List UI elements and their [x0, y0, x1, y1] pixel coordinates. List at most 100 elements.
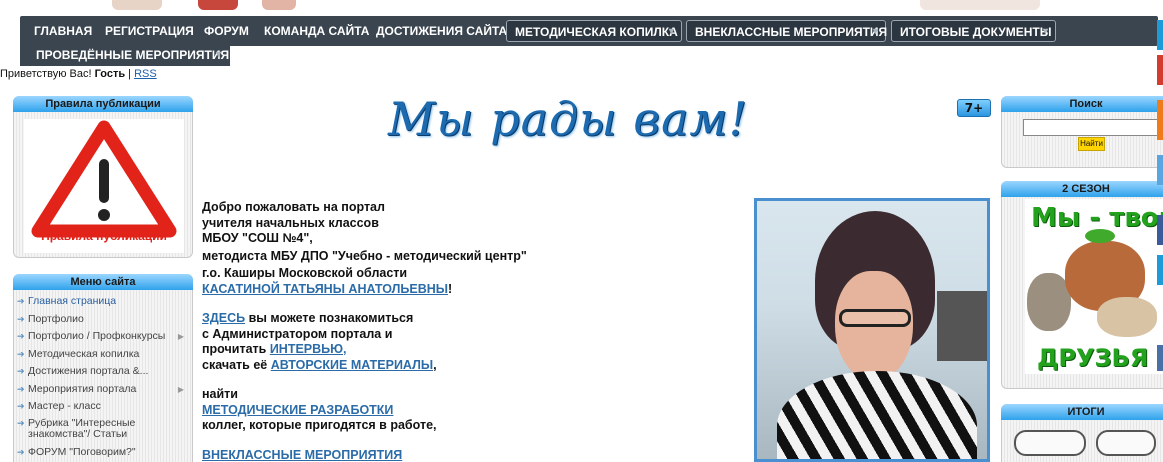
nav-methodical-collection[interactable]: МЕТОДИЧЕСКАЯ КОПИЛКА ▾: [506, 20, 682, 42]
menu-item-label: Достижения портала &...: [28, 365, 149, 377]
age-rating-badge: 7+: [957, 99, 991, 117]
share-rail-item[interactable]: [1157, 255, 1163, 285]
chevron-down-icon: ▾: [215, 49, 221, 60]
nav-final-documents[interactable]: ИТОГОВЫЕ ДОКУМЕНТЫ ▾: [891, 20, 1056, 42]
interview-prefix: прочитать: [202, 342, 270, 356]
nav-held-events[interactable]: ПРОВЕДЁННЫЕ МЕРОПРИЯТИЯ ▾: [28, 45, 230, 65]
menu-item-portfolio[interactable]: ➔ Портфолио: [16, 311, 190, 329]
nav-site-achievements[interactable]: ДОСТИЖЕНИЯ САЙТА: [376, 20, 507, 42]
menu-item-label: Мастер - класс: [28, 400, 101, 412]
share-rail-item[interactable]: [1157, 55, 1163, 85]
nav-registration[interactable]: РЕГИСТРАЦИЯ: [105, 20, 194, 42]
methodical-developments-link[interactable]: МЕТОДИЧЕСКИЕ РАЗРАБОТКИ: [202, 403, 393, 417]
arrow-right-icon: ➔: [17, 383, 25, 394]
interview-link[interactable]: ИНТЕРВЬЮ,: [270, 342, 347, 356]
share-rail-item[interactable]: [1157, 20, 1163, 50]
welcome-line-9: прочитать ИНТЕРВЬЮ,: [202, 342, 762, 358]
search-input[interactable]: [1023, 119, 1163, 136]
menu-item-interesting-meetings[interactable]: ➔ Рубрика "Интересные знакомства"/ Стать…: [16, 416, 190, 444]
arrow-right-icon: ➔: [17, 446, 25, 457]
rss-link[interactable]: RSS: [134, 68, 157, 80]
arrow-right-icon: ➔: [17, 348, 25, 359]
rules-block-title: Правила публикации: [13, 96, 193, 112]
extracurricular-events-link[interactable]: ВНЕКЛАССНЫЕ МЕРОПРИЯТИЯ: [202, 448, 402, 462]
site-menu-list: ➔ Главная страница ➔ Портфолио ➔ Портфол…: [16, 293, 190, 461]
results-image[interactable]: [1012, 424, 1162, 462]
nav-forum[interactable]: ФОРУМ: [204, 20, 249, 42]
rules-image[interactable]: Правила публикации: [24, 119, 184, 253]
author-photo: [754, 198, 990, 462]
site-menu-block: Меню сайта ➔ Главная страница ➔ Портфоли…: [13, 274, 193, 462]
results-block-title: ИТОГИ: [1001, 404, 1163, 420]
share-rail-item[interactable]: [1157, 155, 1163, 185]
materials-prefix: скачать её: [202, 357, 271, 372]
greeting-user: Гость: [94, 68, 126, 80]
nav-extracurricular-events[interactable]: ВНЕКЛАССНЫЕ МЕРОПРИЯТИЯ ▾: [686, 20, 888, 42]
author-name-link[interactable]: КАСАТИНОЙ ТАТЬЯНЫ АНАТОЛЬЕВНЫ: [202, 282, 448, 296]
welcome-line-10: скачать её АВТОРСКИЕ МАТЕРИАЛЫ,: [202, 358, 762, 374]
nav-extracurricular-events-label: ВНЕКЛАССНЫЕ МЕРОПРИЯТИЯ: [695, 25, 888, 39]
search-button[interactable]: Найти: [1078, 137, 1105, 151]
arrow-right-icon: ➔: [17, 331, 25, 341]
welcome-line-2: учителя начальных классов: [202, 215, 379, 230]
welcome-line-4: методиста МБУ ДПО "Учебно - методический…: [202, 248, 527, 263]
arrow-right-icon: ➔: [17, 313, 25, 324]
here-link[interactable]: ЗДЕСЬ: [202, 311, 245, 325]
greeting-text: Приветствую Вас!: [0, 68, 92, 80]
arrow-right-icon: ➔: [17, 401, 25, 411]
welcome-banner: Мы рады вам!: [388, 92, 749, 146]
share-rail-item[interactable]: [1157, 345, 1163, 371]
welcome-line-methods: МЕТОДИЧЕСКИЕ РАЗРАБОТКИ: [202, 403, 762, 419]
rules-block: Правила публикации Правила публикации: [13, 96, 193, 258]
nav-home[interactable]: ГЛАВНАЯ: [34, 20, 92, 42]
rules-image-caption: Правила публикации: [41, 229, 167, 243]
menu-item-label: Главная страница: [28, 295, 117, 307]
menu-item-label: Портфолио / Профконкурсы: [28, 330, 166, 342]
welcome-line-find: найти: [202, 387, 238, 401]
menu-item-label: Методическая копилка: [28, 347, 140, 360]
chevron-right-icon: ▶: [177, 332, 184, 341]
menu-item-label: Мероприятия портала: [28, 382, 137, 395]
chevron-right-icon: ▶: [177, 384, 184, 394]
menu-item-methodical-collection[interactable]: ➔ Методическая копилка: [16, 346, 190, 364]
menu-item-label: Рубрика "Интересные знакомства"/ Статьи: [28, 416, 136, 440]
season-banner-text-bottom: ДРУЗЬЯ: [1037, 344, 1149, 372]
share-rail-item[interactable]: [1157, 100, 1163, 140]
materials-suffix: ,: [433, 357, 437, 372]
chevron-down-icon: ▾: [668, 26, 674, 37]
search-block-title: Поиск: [1001, 96, 1163, 112]
arrow-right-icon: ➔: [17, 417, 25, 428]
share-rail-item[interactable]: [1157, 215, 1163, 245]
nav-final-documents-label: ИТОГОВЫЕ ДОКУМЕНТЫ: [900, 25, 1052, 39]
nav-site-team[interactable]: КОМАНДА САЙТА: [264, 20, 369, 42]
arrow-right-icon: ➔: [17, 366, 25, 376]
chevron-down-icon: ▾: [1042, 26, 1048, 37]
here-rest: вы можете познакомиться: [245, 311, 414, 325]
site-menu-title: Меню сайта: [13, 274, 193, 290]
menu-item-master-class[interactable]: ➔ Мастер - класс: [16, 398, 190, 416]
menu-item-label: Портфолио: [28, 312, 84, 325]
author-name-suffix: !: [448, 281, 453, 296]
welcome-line-events: ВНЕКЛАССНЫЕ МЕРОПРИЯТИЯ: [202, 448, 762, 462]
season-banner-text-top: Мы - твои: [1031, 203, 1163, 233]
welcome-line-8: с Администратором портала и: [202, 326, 393, 341]
welcome-line-5: г.о. Каширы Московской области: [202, 266, 408, 280]
menu-item-label: ФОРУМ "Поговорим?": [28, 445, 136, 458]
menu-item-forum[interactable]: ➔ ФОРУМ "Поговорим?": [16, 444, 190, 462]
menu-item-portal-achievements[interactable]: ➔ Достижения портала &...: [16, 363, 190, 381]
author-materials-link[interactable]: АВТОРСКИЕ МАТЕРИАЛЫ: [271, 358, 433, 372]
welcome-line-1: Добро пожаловать на портал: [202, 200, 385, 214]
nav-held-events-label: ПРОВЕДЁННЫЕ МЕРОПРИЯТИЯ: [36, 48, 230, 62]
nav-methodical-collection-label: МЕТОДИЧЕСКАЯ КОПИЛКА: [515, 25, 678, 39]
greeting-line: Приветствую Вас! Гость | RSS: [0, 68, 157, 80]
welcome-line-7: ЗДЕСЬ вы можете познакомиться: [202, 311, 762, 327]
chevron-down-icon: ▾: [872, 26, 878, 37]
season-banner-image[interactable]: Мы - твои ДРУЗЬЯ: [1025, 199, 1163, 374]
welcome-line-colleagues: коллег, которые пригодятся в работе,: [202, 418, 437, 432]
menu-item-portfolio-contests[interactable]: ➔ Портфолио / Профконкурсы ▶: [16, 328, 190, 346]
menu-item-home[interactable]: ➔ Главная страница: [16, 293, 190, 311]
menu-item-portal-events[interactable]: ➔ Мероприятия портала ▶: [16, 381, 190, 399]
season-block-title: 2 СЕЗОН: [1001, 181, 1163, 197]
greeting-separator: |: [128, 68, 132, 80]
arrow-right-icon: ➔: [17, 296, 25, 306]
